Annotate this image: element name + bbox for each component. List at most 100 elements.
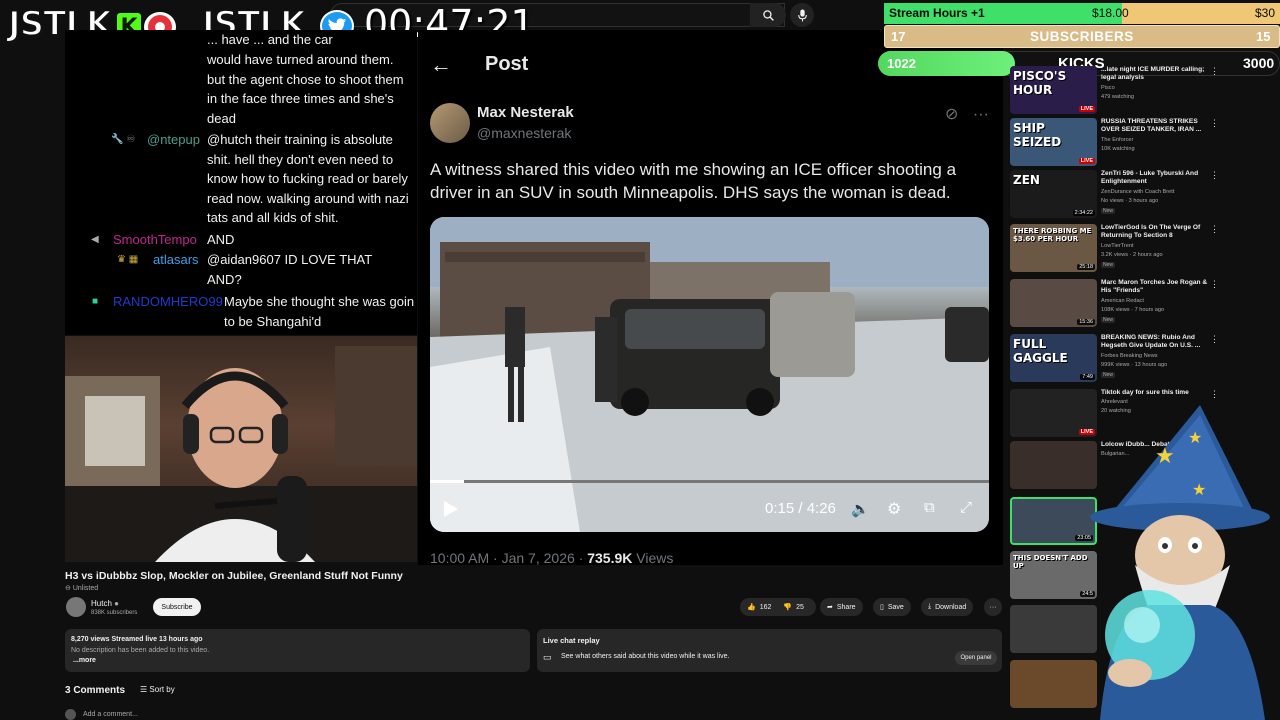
add-comment-input[interactable]: Add a comment... [83, 711, 138, 718]
more-options-icon[interactable]: ⋮ [1210, 118, 1219, 129]
avatar[interactable] [430, 103, 470, 143]
chat-username[interactable]: @ntepup [147, 130, 200, 150]
recommended-video[interactable]: SHIP SEIZED LIVE RUSSIA THREATENS STRIKES … [1010, 118, 1280, 170]
more-options-icon[interactable]: ⋮ [1210, 389, 1219, 400]
chat-badge-icon: ■ [92, 296, 99, 307]
new-badge: New [1101, 371, 1116, 378]
comments-count: 3 Comments [65, 685, 126, 696]
recommended-meta: No views · 3 hours ago [1101, 197, 1159, 204]
duration-badge: 15:36 [1077, 319, 1095, 325]
recommended-title[interactable]: BREAKING NEWS: Rubio And Hegseth Give Up… [1101, 334, 1216, 351]
like-dislike-button[interactable]: 👍 162 👎 25 [740, 598, 816, 616]
more-options-icon[interactable]: ⋮ [1210, 334, 1219, 345]
chat-badge-icon: 🔧 ♾ [111, 134, 136, 145]
recommended-video[interactable]: PISCO'S HOUR LIVE ...late night ICE MURDER… [1010, 66, 1280, 118]
settings-gear-icon[interactable]: ⚙ [887, 499, 901, 519]
volume-icon[interactable]: 🔈 [851, 500, 870, 518]
stream-hours-goal: $30 [1255, 6, 1276, 20]
chat-username[interactable]: SmoothTempo [113, 230, 197, 250]
chat-bubble-icon: ▭ [543, 652, 552, 662]
svg-text:★: ★ [1155, 443, 1175, 468]
author-handle[interactable]: @maxnesterak [477, 125, 571, 141]
description-more[interactable]: ...more [73, 657, 96, 664]
svg-text:★: ★ [1192, 482, 1206, 499]
more-actions-button[interactable]: ··· [984, 598, 1002, 616]
recommended-video[interactable]: FULL GAGGLE 7:49 BREAKING NEWS: Rubio And … [1010, 334, 1280, 386]
channel-avatar[interactable] [66, 597, 86, 617]
tweet-views-label: Views [632, 550, 674, 566]
unlisted-badge: ⊖ Unlisted [65, 585, 99, 592]
recommended-title[interactable]: RUSSIA THREATENS STRIKES OVER SEIZED TAN… [1101, 118, 1216, 135]
chat-message-line: but the agent chose to shoot them [207, 72, 404, 87]
video-thumbnail[interactable]: PISCO'S HOUR LIVE [1010, 66, 1097, 114]
microphone-icon [797, 9, 807, 21]
video-thumbnail[interactable]: SHIP SEIZED LIVE [1010, 118, 1097, 166]
user-avatar [65, 709, 76, 720]
recommended-title[interactable]: LowTierGod Is On The Verge Of Returning … [1101, 224, 1216, 241]
video-thumbnail[interactable]: FULL GAGGLE 7:49 [1010, 334, 1097, 382]
chat-message-line: Maybe she thought she was goin [224, 294, 415, 309]
kicks-current: 1022 [887, 56, 916, 71]
recommended-title[interactable]: Marc Maron Torches Joe Rogan & His "Frie… [1101, 279, 1216, 296]
recommended-channel[interactable]: Forbes Breaking News [1101, 353, 1158, 359]
recommended-channel[interactable]: ZenDurance with Coach Brett [1101, 189, 1174, 195]
subscribe-button[interactable]: Subscribe [153, 598, 201, 616]
recommended-video[interactable]: ZEN 2:34:22 ZenTri 596 - Luke Tyburski And… [1010, 170, 1280, 222]
fullscreen-icon[interactable]: ⤢ [960, 499, 972, 516]
tweet-timestamp[interactable]: 10:00 AM · Jan 7, 2026 · [430, 550, 587, 566]
search-button[interactable] [750, 3, 786, 27]
chat-message-line: ... have ... and the car [207, 32, 333, 47]
open-panel-button[interactable]: Open panel [955, 651, 997, 665]
tweet-meta: 10:00 AM · Jan 7, 2026 · 735.9K Views [430, 550, 673, 566]
video-thumbnail[interactable]: ZEN 2:34:22 [1010, 170, 1097, 218]
live-badge: LIVE [1078, 106, 1095, 112]
recommended-meta: 10K watching [1101, 145, 1135, 152]
recommended-video[interactable]: THERE ROBBING ME $3.60 PER HOUR 25:18 LowT… [1010, 224, 1280, 276]
recommended-title[interactable]: ...late night ICE MURDER calling; legal … [1101, 66, 1216, 83]
download-button[interactable]: ⤓ Download [921, 598, 974, 616]
recommended-title[interactable]: Tiktok day for sure this time [1101, 389, 1216, 397]
video-thumbnail[interactable]: THERE ROBBING ME $3.60 PER HOUR 25:18 [1010, 224, 1097, 272]
voice-search-button[interactable] [790, 3, 814, 27]
tweet-video[interactable] [430, 217, 989, 532]
more-dots-icon: ··· [989, 603, 997, 611]
chat-message-line: AND [207, 232, 235, 247]
share-button[interactable]: ➦ Share [820, 598, 863, 616]
sort-by-button[interactable]: ☰ Sort by [140, 685, 175, 694]
live-badge: LIVE [1078, 158, 1095, 164]
chat-username[interactable]: atlasars [153, 250, 199, 270]
chat-username[interactable]: RANDOMHERO99 [113, 292, 223, 312]
stream-hours-goal-bar: Stream Hours +1 [884, 3, 1280, 24]
description-text: No description has been added to this vi… [71, 647, 210, 654]
save-button[interactable]: ▯ Save [873, 598, 911, 616]
duration-badge: 7:49 [1080, 374, 1095, 380]
recommended-video[interactable]: 15:36 Marc Maron Torches Joe Rogan & His … [1010, 279, 1280, 331]
video-thumbnail[interactable]: 15:36 [1010, 279, 1097, 327]
chat-message-line: to be Shangahi'd [224, 314, 322, 329]
recommended-channel[interactable]: Pisco [1101, 85, 1115, 91]
search-icon [762, 9, 774, 21]
webcam-feed [65, 336, 417, 562]
verified-icon: ● [114, 599, 119, 608]
more-options-icon[interactable]: ⋮ [1210, 279, 1219, 290]
play-button[interactable] [443, 500, 459, 523]
more-options-icon[interactable]: ⋮ [1210, 170, 1219, 181]
picture-in-picture-icon[interactable]: ⧉ [924, 499, 935, 516]
grok-icon[interactable]: ⊘ [945, 106, 958, 123]
chat-message-line: read now. walking around with nazi [207, 191, 409, 206]
chat-replay-box [537, 629, 1002, 672]
recommended-title[interactable]: ZenTri 596 - Luke Tyburski And Enlighten… [1101, 170, 1216, 187]
more-options-icon[interactable]: ⋮ [1210, 66, 1219, 77]
thumbs-down-icon: 👎 [783, 604, 793, 611]
chat-message-line: shit. hell they don't even need to [207, 152, 394, 167]
channel-name[interactable]: Hutch ● [91, 599, 119, 608]
back-arrow-icon[interactable]: ← [430, 52, 452, 78]
recommended-channel[interactable]: American Redact [1101, 298, 1144, 304]
author-name[interactable]: Max Nesterak [477, 104, 574, 121]
more-options-icon[interactable]: ⋮ [1210, 224, 1219, 235]
more-options-icon[interactable]: ··· [973, 106, 989, 123]
new-badge: New [1101, 261, 1116, 268]
chat-message-line: in the face three times and she's [207, 91, 394, 106]
recommended-channel[interactable]: LowTierTrent [1101, 243, 1134, 249]
recommended-channel[interactable]: The Enforcer [1101, 137, 1133, 143]
